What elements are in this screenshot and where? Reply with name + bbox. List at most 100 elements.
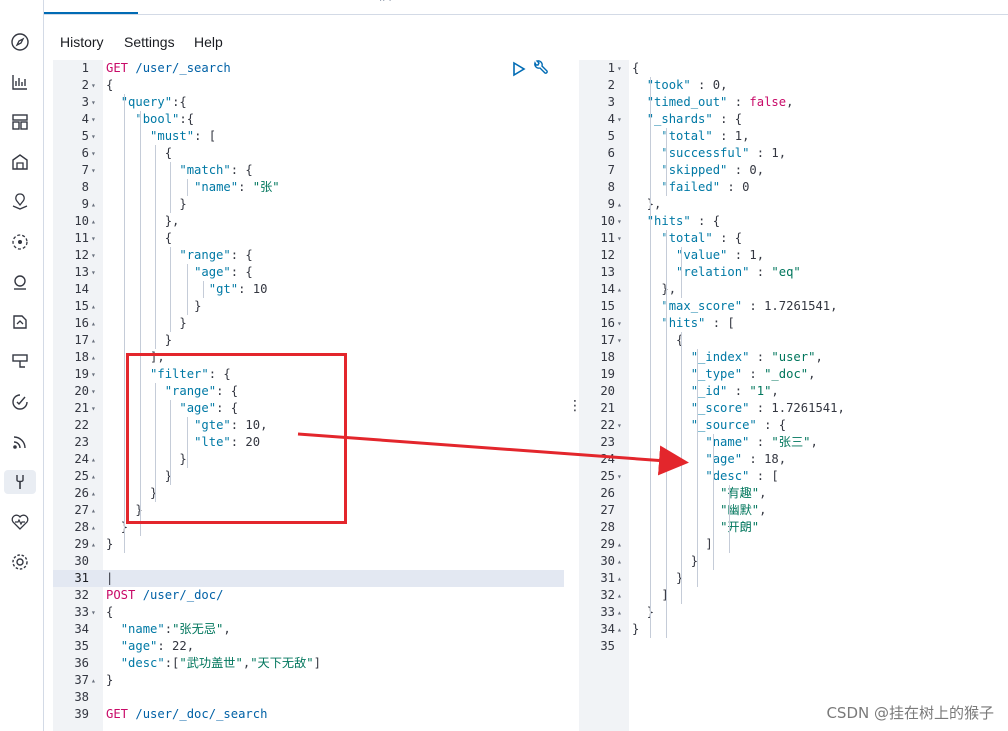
play-icon[interactable] (512, 61, 526, 77)
request-line[interactable]: 10 ▴ }, (53, 213, 564, 230)
fold-toggle-icon[interactable]: ▾ (617, 468, 627, 485)
maps-icon[interactable] (10, 192, 30, 212)
response-line[interactable]: 22 ▾ "_source" : { (579, 417, 1008, 434)
response-line[interactable]: 11 ▾ "total" : { (579, 230, 1008, 247)
response-line[interactable]: 32▴ ] (579, 587, 1008, 604)
request-line[interactable]: 31 | (53, 570, 564, 587)
fold-toggle-icon[interactable]: ▴ (91, 315, 101, 332)
fold-toggle-icon[interactable]: ▴ (617, 587, 627, 604)
management-icon[interactable] (10, 552, 30, 572)
fold-toggle-icon[interactable]: ▴ (91, 298, 101, 315)
response-line[interactable]: 35 (579, 638, 1008, 655)
fold-toggle-icon[interactable]: ▾ (91, 111, 101, 128)
wrench-icon[interactable] (531, 60, 549, 78)
response-line[interactable]: 21 "_score" : 1.7261541, (579, 400, 1008, 417)
fold-toggle-icon[interactable]: ▴ (91, 536, 101, 553)
fold-toggle-icon[interactable]: ▾ (617, 230, 627, 247)
response-line[interactable]: 28 "开朗" (579, 519, 1008, 536)
response-line[interactable]: 23 "name" : "张三", (579, 434, 1008, 451)
request-line[interactable]: 11 ▾ { (53, 230, 564, 247)
request-line[interactable]: 1 GET /user/_search (53, 60, 564, 77)
response-line[interactable]: 16 ▾ "hits" : [ (579, 315, 1008, 332)
request-line[interactable]: 33 ▾ { (53, 604, 564, 621)
response-viewer[interactable]: 1 ▾{2 "took" : 0, 3 "timed_out" : false, 4 ▾… (579, 60, 1008, 731)
response-line[interactable]: 19 "_type" : "_doc", (579, 366, 1008, 383)
fold-toggle-icon[interactable]: ▾ (617, 60, 627, 77)
response-line[interactable]: 6 "successful" : 1, (579, 145, 1008, 162)
devtools-icon[interactable] (4, 470, 36, 494)
fold-toggle-icon[interactable]: ▴ (91, 502, 101, 519)
menu-help[interactable]: Help (194, 34, 223, 50)
request-line[interactable]: 2 ▾ { (53, 77, 564, 94)
fold-toggle-icon[interactable]: ▴ (91, 332, 101, 349)
request-line[interactable]: 5 ▾ "must": [ (53, 128, 564, 145)
fold-toggle-icon[interactable]: ▾ (91, 128, 101, 145)
request-line[interactable]: 35 "age": 22, (53, 638, 564, 655)
dashboard-icon[interactable] (10, 112, 30, 132)
request-line[interactable]: 13 ▾ "age": { (53, 264, 564, 281)
request-line[interactable]: 30 (53, 553, 564, 570)
compass-icon[interactable] (10, 32, 30, 52)
response-line[interactable]: 9 ▴ }, (579, 196, 1008, 213)
request-line[interactable]: 39 GET /user/_doc/_search (53, 706, 564, 723)
fold-toggle-icon[interactable]: ▴ (91, 485, 101, 502)
response-line[interactable]: 2 "took" : 0, (579, 77, 1008, 94)
fold-toggle-icon[interactable]: ▴ (91, 213, 101, 230)
fold-toggle-icon[interactable]: ▴ (91, 349, 101, 366)
response-line[interactable]: 12 "value" : 1, (579, 247, 1008, 264)
response-line[interactable]: 14 ▴ }, (579, 281, 1008, 298)
canvas-icon[interactable] (10, 152, 30, 172)
fold-toggle-icon[interactable]: ▾ (91, 604, 101, 621)
request-line[interactable]: 34 "name":"张无忌", (53, 621, 564, 638)
response-line[interactable]: 8 "failed" : 0 (579, 179, 1008, 196)
response-line[interactable]: 4 ▾ "_shards" : { (579, 111, 1008, 128)
response-line[interactable]: 18 "_index" : "user", (579, 349, 1008, 366)
fold-toggle-icon[interactable]: ▾ (91, 145, 101, 162)
request-line[interactable]: 4 ▾ "bool":{ (53, 111, 564, 128)
response-line[interactable]: 26 "有趣", (579, 485, 1008, 502)
response-line[interactable]: 3 "timed_out" : false, (579, 94, 1008, 111)
fold-toggle-icon[interactable]: ▴ (91, 451, 101, 468)
fold-toggle-icon[interactable]: ▴ (91, 672, 101, 689)
fold-toggle-icon[interactable]: ▾ (91, 162, 101, 179)
request-line[interactable]: 36 "desc":["武功盖世","天下无敌"] (53, 655, 564, 672)
response-line[interactable]: 29 ▴ ] (579, 536, 1008, 553)
request-line[interactable]: 6 ▾ { (53, 145, 564, 162)
ml-icon[interactable] (10, 232, 30, 252)
apm-icon[interactable] (10, 312, 30, 332)
response-line[interactable]: 33▴ } (579, 604, 1008, 621)
request-line[interactable]: 15 ▴ } (53, 298, 564, 315)
uptime-icon[interactable] (10, 352, 30, 372)
response-line[interactable]: 13 "relation" : "eq" (579, 264, 1008, 281)
fold-toggle-icon[interactable]: ▾ (91, 77, 101, 94)
chart-icon[interactable] (10, 72, 30, 92)
request-line[interactable]: 9 ▴ } (53, 196, 564, 213)
fold-toggle-icon[interactable]: ▴ (617, 604, 627, 621)
response-line[interactable]: 24 "age" : 18, (579, 451, 1008, 468)
pane-resizer[interactable]: ⋮ (564, 60, 582, 731)
response-line[interactable]: 17 ▾ { (579, 332, 1008, 349)
fold-toggle-icon[interactable]: ▾ (91, 383, 101, 400)
response-line[interactable]: 27 "幽默", (579, 502, 1008, 519)
request-line[interactable]: 32 POST /user/_doc/ (53, 587, 564, 604)
request-line[interactable]: 7 ▾ "match": { (53, 162, 564, 179)
response-line[interactable]: 1 ▾ { (579, 60, 1008, 77)
fold-toggle-icon[interactable]: ▾ (617, 417, 627, 434)
tab-console-active-indicator[interactable] (44, 12, 138, 14)
response-line[interactable]: 30 ▴ } (579, 553, 1008, 570)
fold-toggle-icon[interactable]: ▾ (91, 94, 101, 111)
fold-toggle-icon[interactable]: ▾ (91, 366, 101, 383)
response-line[interactable]: 15 "max_score" : 1.7261541, (579, 298, 1008, 315)
fold-toggle-icon[interactable]: ▴ (91, 468, 101, 485)
request-line[interactable]: 38 (53, 689, 564, 706)
request-line[interactable]: 16 ▴ } (53, 315, 564, 332)
fold-toggle-icon[interactable]: ▴ (617, 570, 627, 587)
menu-history[interactable]: History (60, 34, 104, 50)
response-line[interactable]: 25 ▾ "desc" : [ (579, 468, 1008, 485)
fold-toggle-icon[interactable]: ▾ (617, 213, 627, 230)
response-line[interactable]: 7 "skipped" : 0, (579, 162, 1008, 179)
fold-toggle-icon[interactable]: ▾ (617, 315, 627, 332)
fold-toggle-icon[interactable]: ▴ (617, 621, 627, 638)
request-line[interactable]: 17 ▴ } (53, 332, 564, 349)
fold-toggle-icon[interactable]: ▾ (91, 400, 101, 417)
